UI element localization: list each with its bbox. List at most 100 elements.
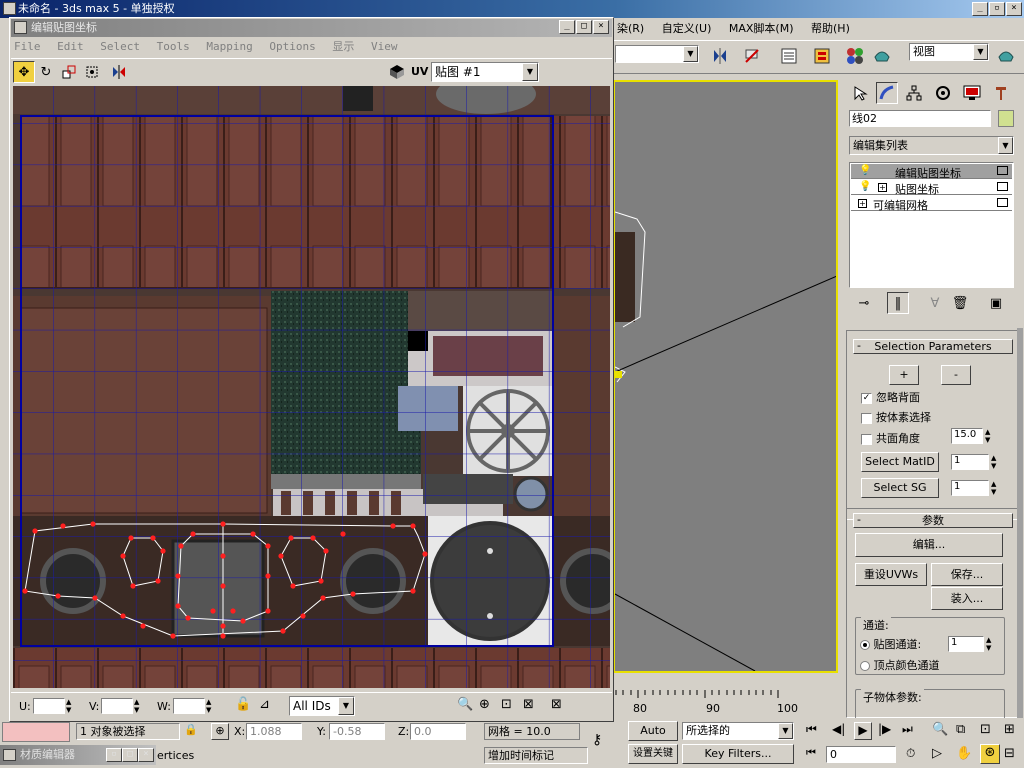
mirror-icon[interactable] [709,45,731,67]
zoom-extents-icon[interactable]: ⊡ [980,722,991,737]
stack-item-uvw-map[interactable]: 💡 + 贴图坐标 [851,180,1012,196]
add-time-tag[interactable]: 增加时间标记 [484,747,588,764]
create-tab-icon[interactable] [849,82,871,104]
expand-icon[interactable]: + [858,199,867,208]
material-editor-icon[interactable] [844,45,866,67]
uv-window-title-bar[interactable]: 编辑贴图坐标 [11,19,612,37]
ids-dropdown[interactable]: All IDs ▼ [289,696,355,716]
uv-vertex[interactable] [220,521,226,527]
scale-icon[interactable] [58,61,80,83]
auto-key-button[interactable]: Auto Key [628,721,678,755]
play-icon[interactable]: ▶ [854,722,872,740]
time-ruler[interactable]: 80 90 100 [613,690,843,716]
view-dropdown[interactable]: 视图 ▼ [909,43,989,61]
go-to-end-icon[interactable]: ⏭ [902,722,913,737]
field-of-view-icon[interactable]: ▷ [932,746,942,761]
expand-icon[interactable]: + [878,183,887,192]
track-view-icon[interactable] [778,45,800,67]
current-frame-field[interactable]: 0 [826,746,896,763]
save-button[interactable]: 保存... [931,563,1003,586]
vertex-color-radio[interactable]: 顶点颜色通道 [860,657,940,673]
rollout-header[interactable]: - 参数 [853,513,1013,528]
menu-maxscript[interactable]: MAX脚本(M) [729,22,794,35]
uv-vertex[interactable] [90,521,96,527]
move-icon[interactable]: ✥ [13,61,35,83]
schematic-view-icon[interactable] [811,45,833,67]
uv-vertex[interactable] [220,623,226,629]
maxscript-listener[interactable] [2,722,70,742]
matid-spinner[interactable]: 1 [951,454,989,470]
edit-button[interactable]: 编辑... [855,533,1003,557]
uv-vertex[interactable] [175,573,181,579]
shrink-selection-button[interactable]: - [941,365,971,385]
uv-vertex[interactable] [55,593,61,599]
uv-vertex[interactable] [150,535,156,541]
uv-vertex[interactable] [190,531,196,537]
menu-customize[interactable]: 自定义(U) [662,22,712,35]
uv-vertex[interactable] [220,633,226,639]
uv-vertex[interactable] [320,595,326,601]
uv-vertex[interactable] [92,595,98,601]
menu-help[interactable]: 帮助(H) [811,22,850,35]
uv-vertex[interactable] [300,613,306,619]
menu-options[interactable]: Options [269,40,315,53]
map-channel-radio[interactable]: 贴图通道: [860,636,921,652]
x-coordinate[interactable]: 1.088 [246,723,302,740]
uv-vertex[interactable] [250,531,256,537]
zoom-region-icon[interactable]: ⊕ [479,697,490,712]
uv-vertex[interactable] [318,578,324,584]
panel-scrollbar[interactable] [1017,328,1023,718]
map-dropdown[interactable]: 贴图 #1 ▼ [431,62,539,82]
uv-vertex[interactable] [185,615,191,621]
grow-selection-button[interactable]: + [889,365,919,385]
uv-vertex[interactable] [120,613,126,619]
select-sg-button[interactable]: Select SG [861,478,939,498]
ignore-backfaces-checkbox[interactable]: ✓ 忽略背面 [861,389,920,405]
uv-vertex[interactable] [265,608,271,614]
object-color-swatch[interactable] [998,110,1014,127]
menu-select[interactable]: Select [100,40,140,53]
zoom-extents-all-icon[interactable]: ⊞ [1004,722,1015,737]
minimize-button[interactable]: _ [559,20,575,34]
select-matid-button[interactable]: Select MatID [861,452,939,472]
planar-angle-checkbox[interactable]: 共面角度 [861,430,920,446]
uv-vertex[interactable] [422,551,428,557]
uv-vertex[interactable] [390,523,396,529]
uv-vertex[interactable] [265,573,271,579]
uv-vertex[interactable] [290,583,296,589]
spinner-arrows-icon[interactable]: ▲ ▼ [991,454,996,470]
planar-angle-spinner[interactable]: 15.0 [951,428,983,444]
maximize-button[interactable]: □ [576,20,592,34]
uv-vertex[interactable] [120,553,126,559]
uv-vertex[interactable] [323,548,329,554]
spinner-arrows-icon[interactable]: ▲ ▼ [206,698,211,714]
spinner-arrows-icon[interactable]: ▲ ▼ [985,428,990,444]
menu-display[interactable]: 显示 [332,40,354,53]
uv-vertex[interactable] [350,591,356,597]
uv-vertex[interactable] [278,553,284,559]
uv-vertex[interactable] [22,588,28,594]
modifier-list-dropdown[interactable]: 编辑集列表 ▼ [849,136,1014,155]
close-button[interactable]: × [593,20,609,34]
restore-button[interactable]: ▫ [106,748,122,762]
u-spinner[interactable] [33,698,65,714]
menu-view[interactable]: View [371,40,398,53]
quick-render-icon[interactable] [995,45,1017,67]
uv-vertex[interactable] [280,628,286,634]
display-tab-icon[interactable] [961,82,983,104]
pan-icon[interactable]: ✋ [956,746,972,761]
spinner-arrows-icon[interactable]: ▲ ▼ [66,698,71,714]
key-icon[interactable]: ⚷ [592,732,616,748]
utilities-tab-icon[interactable] [990,82,1012,104]
load-button[interactable]: 装入... [931,587,1003,610]
object-name-field[interactable]: 线02 [849,110,991,127]
perspective-viewport[interactable] [613,80,838,673]
uv-vertex[interactable] [340,531,346,537]
select-by-element-checkbox[interactable]: 按体素选择 [861,409,931,425]
close-button[interactable]: × [1006,2,1022,16]
material-editor-minimized[interactable]: 材质编辑器 ▫ □ × [0,745,156,765]
rotate-icon[interactable]: ↻ [35,61,57,83]
time-config-icon[interactable]: ⏱ [906,746,926,764]
zoom-icon[interactable]: 🔍 [932,722,948,737]
uv-vertex[interactable] [32,528,38,534]
